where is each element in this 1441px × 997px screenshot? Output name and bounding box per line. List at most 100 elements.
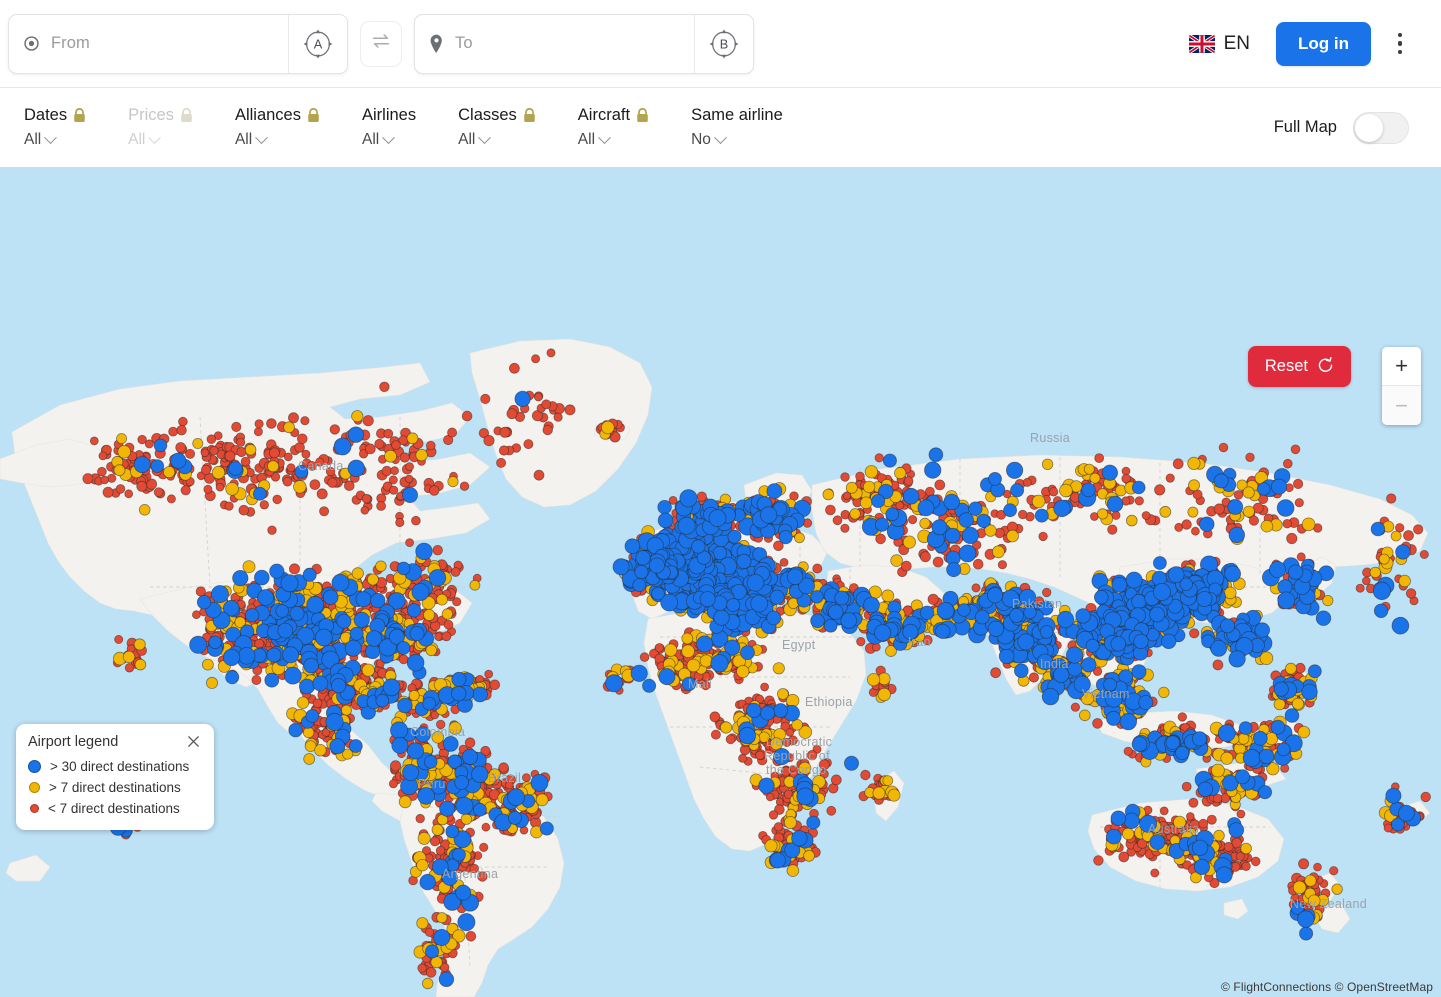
- from-placeholder: From: [51, 34, 90, 52]
- filter-value-row[interactable]: All: [458, 130, 536, 149]
- world-map[interactable]: Canada Russia Egypt Ethiopia Democratic Repub…: [0, 167, 1441, 997]
- filter-value-row[interactable]: All: [577, 130, 649, 149]
- filter-classes[interactable]: Classes All: [458, 106, 536, 149]
- from-badge-letter: A: [314, 36, 323, 51]
- filter-value: All: [24, 131, 42, 148]
- to-locate-button[interactable]: B: [694, 14, 753, 73]
- filter-value: All: [577, 131, 596, 148]
- full-map-label: Full Map: [1273, 118, 1337, 136]
- legend-label: > 30 direct destinations: [50, 759, 190, 774]
- rotate-ccw-icon: [1317, 356, 1334, 378]
- chevron-down-icon: [148, 130, 162, 144]
- kebab-dot-1: [1397, 32, 1403, 38]
- chevron-down-icon: [598, 130, 611, 144]
- zoom-in-button[interactable]: +: [1382, 347, 1421, 386]
- filter-label: Prices: [128, 106, 174, 124]
- filter-value: All: [128, 131, 146, 148]
- search-group: From A To B: [8, 13, 754, 74]
- airport-legend: Airport legend > 30 direct destinations >…: [16, 724, 214, 830]
- chevron-down-icon: [255, 130, 269, 144]
- login-button[interactable]: Log in: [1276, 21, 1371, 66]
- full-map-control: Full Map: [1273, 111, 1417, 144]
- filter-prices: Prices All: [128, 106, 193, 149]
- uk-flag-icon: [1188, 34, 1215, 53]
- reset-label: Reset: [1264, 357, 1308, 375]
- filter-label: Aircraft: [577, 106, 631, 124]
- swap-button[interactable]: [360, 20, 402, 67]
- filter-value-row[interactable]: No: [691, 130, 783, 149]
- reset-button[interactable]: Reset: [1247, 346, 1351, 387]
- app-header: From A To B EN Log in: [0, 0, 1441, 88]
- toggle-knob: [1355, 113, 1383, 142]
- kebab-dot-2: [1397, 41, 1403, 46]
- lock-icon: [636, 108, 649, 123]
- filter-label: Same airline: [691, 106, 783, 124]
- filter-value-row: All: [128, 130, 193, 149]
- lock-icon: [307, 108, 320, 123]
- to-input[interactable]: To: [415, 15, 694, 73]
- filter-dates[interactable]: Dates All: [24, 106, 86, 149]
- kebab-menu-icon[interactable]: [1377, 21, 1423, 67]
- map-attribution: © FlightConnections © OpenStreetMap: [1221, 980, 1433, 994]
- language-code: EN: [1223, 32, 1251, 54]
- chevron-down-icon: [44, 130, 58, 144]
- legend-color-dot: [30, 804, 39, 813]
- filter-label: Airlines: [362, 106, 417, 124]
- filter-same-airline[interactable]: Same airline No: [691, 106, 783, 149]
- filter-title-row: Classes: [458, 106, 536, 125]
- filter-title-row: Aircraft: [578, 106, 649, 125]
- kebab-dot-3: [1397, 49, 1403, 55]
- legend-row: > 7 direct destinations: [28, 777, 202, 798]
- filter-list: Dates All Prices All Alliances All Airlines All…: [24, 106, 825, 149]
- legend-label: < 7 direct destinations: [48, 801, 180, 816]
- filter-title-row: Same airline: [691, 106, 783, 125]
- legend-color-dot: [29, 782, 40, 793]
- filter-value: All: [234, 131, 253, 148]
- to-badge-letter: B: [720, 36, 729, 51]
- chevron-down-icon: [478, 130, 492, 144]
- header-actions: EN Log in: [1188, 21, 1433, 67]
- filter-title-row: Prices: [128, 106, 193, 125]
- filter-bar: Dates All Prices All Alliances All Airlines All…: [0, 88, 1441, 167]
- filter-label: Classes: [458, 106, 517, 124]
- from-field-group: From A: [8, 13, 348, 74]
- legend-row: < 7 direct destinations: [28, 798, 202, 819]
- legend-row: > 30 direct destinations: [28, 756, 202, 777]
- filter-alliances[interactable]: Alliances All: [235, 106, 320, 149]
- zoom-controls: + −: [1382, 347, 1421, 425]
- chevron-down-icon: [382, 130, 396, 144]
- full-map-toggle[interactable]: [1353, 111, 1409, 144]
- from-locate-button[interactable]: A: [288, 14, 347, 73]
- chevron-down-icon: [714, 130, 727, 144]
- filter-value-row[interactable]: All: [362, 130, 416, 149]
- filter-value-row[interactable]: All: [234, 130, 320, 149]
- filter-label: Alliances: [234, 106, 301, 124]
- origin-circle-icon: [23, 35, 40, 52]
- from-input[interactable]: From: [9, 15, 288, 73]
- map-pin-icon: [429, 34, 444, 53]
- legend-rows: > 30 direct destinations > 7 direct desti…: [28, 756, 202, 819]
- filter-aircraft[interactable]: Aircraft All: [578, 106, 649, 149]
- filter-value: All: [458, 131, 476, 148]
- filter-title-row: Dates: [24, 106, 86, 125]
- filter-value-row[interactable]: All: [24, 130, 86, 149]
- lock-icon: [523, 108, 536, 123]
- legend-label: > 7 direct destinations: [49, 780, 181, 795]
- language-selector[interactable]: EN: [1188, 32, 1251, 55]
- filter-airlines[interactable]: Airlines All: [362, 106, 416, 149]
- swap-arrows-icon: [370, 30, 392, 57]
- lock-icon: [180, 108, 193, 123]
- filter-value: No: [691, 131, 711, 148]
- filter-title-row: Airlines: [362, 106, 416, 125]
- to-placeholder: To: [455, 34, 473, 52]
- lock-icon: [73, 108, 86, 123]
- zoom-out-button[interactable]: −: [1382, 386, 1421, 425]
- filter-label: Dates: [24, 106, 68, 124]
- legend-color-dot: [28, 760, 41, 773]
- filter-title-row: Alliances: [235, 106, 320, 125]
- legend-title: Airport legend: [28, 734, 119, 750]
- filter-value: All: [362, 131, 380, 148]
- close-icon[interactable]: [186, 734, 202, 750]
- airport-markers-layer: [82, 348, 1431, 990]
- legend-header: Airport legend: [28, 734, 202, 750]
